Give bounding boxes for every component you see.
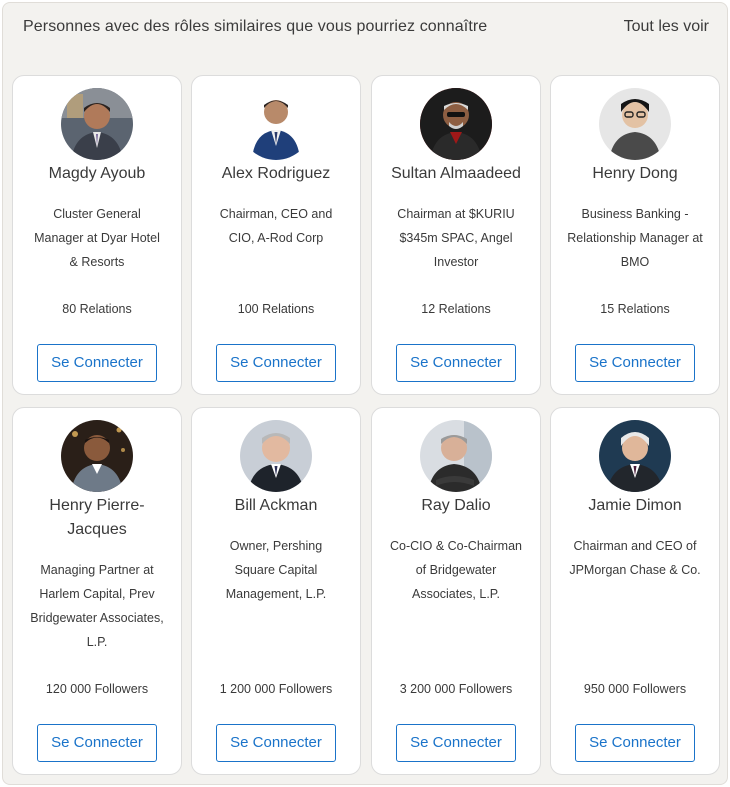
person-name[interactable]: Henry Dong bbox=[559, 162, 711, 186]
connection-count: 1 200 000 Followers bbox=[219, 682, 333, 696]
person-card[interactable]: Sultan Almaadeed Chairman at $KURIU $345… bbox=[371, 75, 541, 395]
avatar[interactable] bbox=[240, 88, 312, 160]
person-card[interactable]: Magdy Ayoub Cluster General Manager at D… bbox=[12, 75, 182, 395]
connect-button[interactable]: Se Connecter bbox=[216, 724, 336, 762]
connection-count: 100 Relations bbox=[237, 302, 315, 316]
person-role: Chairman at $KURIU $345m SPAC, Angel Inv… bbox=[397, 207, 515, 269]
connection-count: 950 000 Followers bbox=[583, 682, 687, 696]
avatar[interactable] bbox=[599, 88, 671, 160]
person-name[interactable]: Henry Pierre-Jacques bbox=[21, 494, 173, 542]
person-photo-icon bbox=[599, 88, 671, 160]
connect-button[interactable]: Se Connecter bbox=[575, 344, 695, 382]
connect-button[interactable]: Se Connecter bbox=[575, 724, 695, 762]
connection-count: 80 Relations bbox=[62, 302, 132, 316]
person-card[interactable]: Henry Pierre-Jacques Managing Partner at… bbox=[12, 407, 182, 775]
person-photo-icon bbox=[61, 420, 133, 492]
person-name[interactable]: Alex Rodriguez bbox=[200, 162, 352, 186]
person-name[interactable]: Ray Dalio bbox=[380, 494, 532, 518]
connection-count: 15 Relations bbox=[600, 302, 670, 316]
person-role: Co-CIO & Co-Chairman of Bridgewater Asso… bbox=[390, 539, 522, 601]
person-photo-icon bbox=[420, 88, 492, 160]
connect-button[interactable]: Se Connecter bbox=[396, 344, 516, 382]
avatar[interactable] bbox=[420, 420, 492, 492]
avatar[interactable] bbox=[61, 88, 133, 160]
connect-button[interactable]: Se Connecter bbox=[37, 724, 157, 762]
connection-count: 12 Relations bbox=[421, 302, 491, 316]
person-card[interactable]: Jamie Dimon Chairman and CEO of JPMorgan… bbox=[550, 407, 720, 775]
person-photo-icon bbox=[420, 420, 492, 492]
connection-count: 3 200 000 Followers bbox=[399, 682, 513, 696]
see-all-link[interactable]: Tout les voir bbox=[624, 18, 709, 36]
person-name[interactable]: Jamie Dimon bbox=[559, 494, 711, 518]
person-role: Managing Partner at Harlem Capital, Prev… bbox=[30, 563, 164, 649]
connect-button[interactable]: Se Connecter bbox=[37, 344, 157, 382]
person-photo-icon bbox=[599, 420, 671, 492]
person-card[interactable]: Alex Rodriguez Chairman, CEO and CIO, A-… bbox=[191, 75, 361, 395]
person-name[interactable]: Sultan Almaadeed bbox=[380, 162, 532, 186]
avatar[interactable] bbox=[420, 88, 492, 160]
avatar[interactable] bbox=[240, 420, 312, 492]
person-photo-icon bbox=[240, 88, 312, 160]
avatar[interactable] bbox=[599, 420, 671, 492]
person-card[interactable]: Ray Dalio Co-CIO & Co-Chairman of Bridge… bbox=[371, 407, 541, 775]
people-suggestions-panel: Personnes avec des rôles similaires que … bbox=[2, 2, 728, 785]
person-card[interactable]: Henry Dong Business Banking - Relationsh… bbox=[550, 75, 720, 395]
person-role: Business Banking - Relationship Manager … bbox=[567, 207, 703, 269]
connect-button[interactable]: Se Connecter bbox=[396, 724, 516, 762]
person-role: Owner, Pershing Square Capital Managemen… bbox=[225, 539, 327, 601]
person-name[interactable]: Bill Ackman bbox=[200, 494, 352, 518]
person-photo-icon bbox=[61, 88, 133, 160]
section-title: Personnes avec des rôles similaires que … bbox=[23, 18, 488, 35]
person-photo-icon bbox=[240, 420, 312, 492]
avatar[interactable] bbox=[61, 420, 133, 492]
connection-count: 120 000 Followers bbox=[45, 682, 149, 696]
connect-button[interactable]: Se Connecter bbox=[216, 344, 336, 382]
person-role: Chairman, CEO and CIO, A-Rod Corp bbox=[219, 207, 333, 245]
person-role: Chairman and CEO of JPMorgan Chase & Co. bbox=[569, 539, 701, 577]
person-card[interactable]: Bill Ackman Owner, Pershing Square Capit… bbox=[191, 407, 361, 775]
person-role: Cluster General Manager at Dyar Hotel & … bbox=[34, 207, 160, 269]
person-name[interactable]: Magdy Ayoub bbox=[21, 162, 173, 186]
